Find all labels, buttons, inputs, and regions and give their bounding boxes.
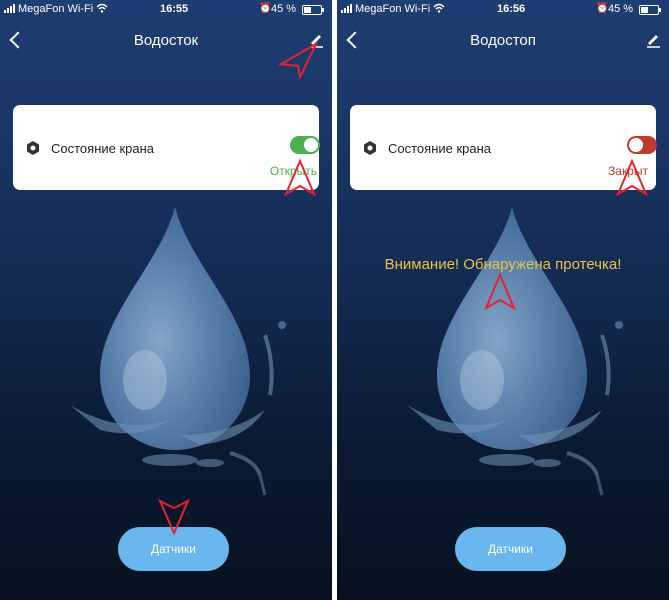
valve-state-label: Состояние крана [388,141,492,156]
leak-warning: Внимание! Обнаружена протечка! [384,256,622,273]
valve-card: Состояние крана Открыть [13,105,320,190]
battery-fill [304,7,311,13]
wifi-icon [433,2,445,16]
valve-card: Состояние крана Закрыт [350,105,657,190]
battery-percent: 45 % [608,3,634,15]
alarm-icon: ⏰ [259,3,272,14]
signal-icon [4,4,15,13]
battery-fill [641,7,648,13]
annotation-arrow-sensors [157,498,191,536]
settings-icon [27,141,39,155]
battery-icon [639,5,661,15]
battery-percent: 45 % [271,3,297,15]
status-bar: MegaFon Wi-Fi 16:56 ⏰ 45 % [337,0,669,20]
sensors-button[interactable]: Датчики [455,527,566,571]
signal-icon [341,4,352,13]
valve-toggle[interactable] [290,136,320,154]
valve-toggle[interactable] [627,136,657,154]
clock: 16:56 [497,3,526,15]
annotation-arrow-toggle [615,158,649,197]
wifi-icon [96,2,108,16]
page-title: Водостоп [470,32,536,49]
water-drop-illustration [407,207,623,496]
screen-left: MegaFon Wi-Fi 16:55 ⏰ 45 % Водосток Сост… [0,0,332,600]
annotation-arrow-toggle [283,158,317,197]
screen-right: MegaFon Wi-Fi 16:56 ⏰ 45 % Водостоп Сост… [337,0,669,600]
battery-icon [302,5,324,15]
alarm-icon: ⏰ [596,3,609,14]
carrier-label: MegaFon Wi-Fi [355,3,431,15]
annotation-arrow-warning [483,272,517,311]
nav-bar: Водостоп [337,22,669,62]
clock: 16:55 [160,3,189,15]
valve-state-label: Состояние крана [51,141,155,156]
status-bar: MegaFon Wi-Fi 16:55 ⏰ 45 % [0,0,332,20]
annotation-arrow-edit [278,41,319,80]
edit-icon[interactable] [645,32,661,48]
carrier-label: MegaFon Wi-Fi [18,3,94,15]
water-drop-illustration [70,207,286,496]
settings-icon [364,141,376,155]
